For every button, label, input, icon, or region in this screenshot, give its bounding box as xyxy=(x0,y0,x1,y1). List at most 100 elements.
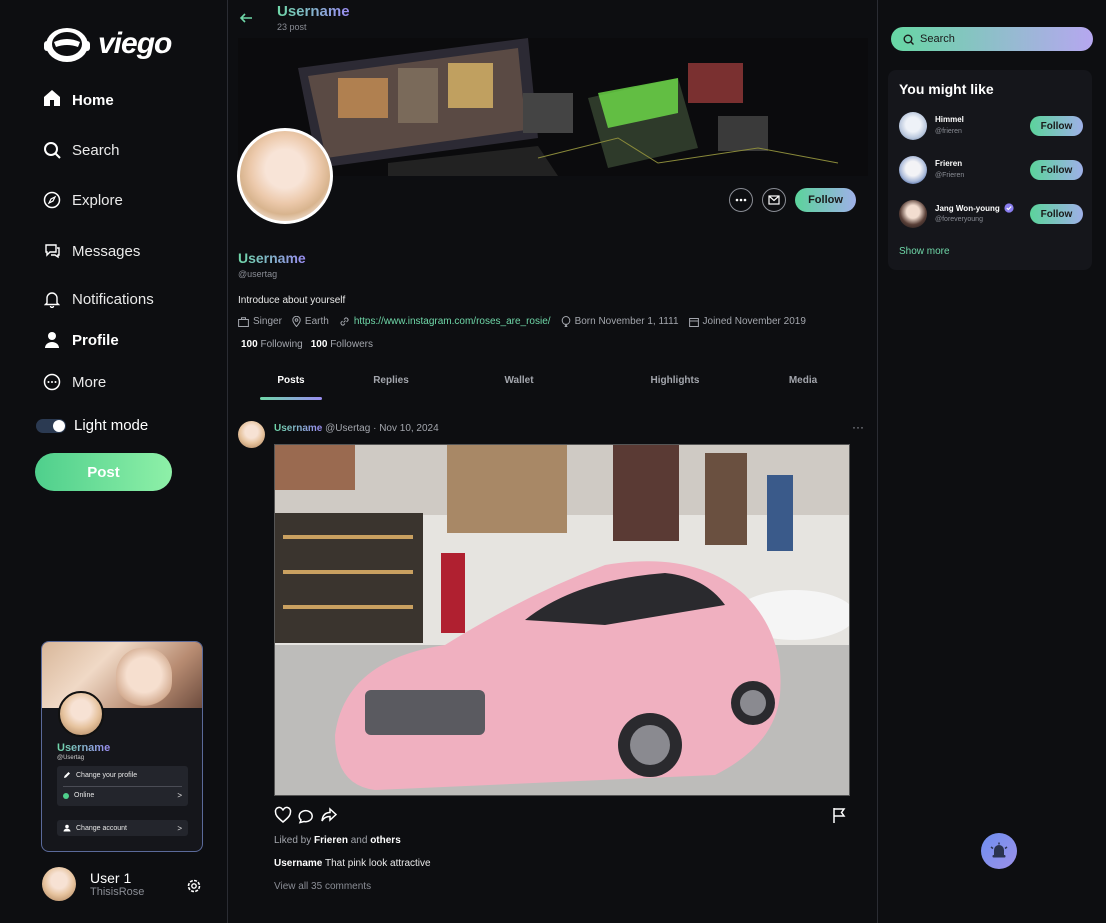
tab-replies[interactable]: Replies xyxy=(373,375,409,386)
flag-icon[interactable] xyxy=(830,806,848,824)
post-button[interactable]: Post xyxy=(35,453,172,491)
suggestion-follow-button[interactable]: Follow xyxy=(1030,116,1083,136)
follow-stats: 100 Following 100 Followers xyxy=(241,339,373,350)
view-comments-link[interactable]: View all 35 comments xyxy=(274,881,371,892)
post-caption: Username That pink look attractive xyxy=(274,858,431,869)
meta-joined: Joined November 2019 xyxy=(688,316,806,327)
change-profile-label: Change your profile xyxy=(76,771,138,779)
nav-messages[interactable]: Messages xyxy=(42,241,140,261)
following-count: 100 xyxy=(241,339,258,350)
app-root: viego Home Search Explore Messages Notif… xyxy=(0,0,1106,923)
caption-user[interactable]: Username xyxy=(274,858,322,869)
heart-icon[interactable] xyxy=(274,806,292,824)
liked-user[interactable]: Frieren xyxy=(314,835,348,846)
post-header: Username @Usertag · Nov 10, 2024 xyxy=(274,423,439,434)
search-input[interactable]: Search xyxy=(891,27,1093,51)
logo[interactable]: viego xyxy=(42,24,172,64)
joined-text: Joined November 2019 xyxy=(702,316,806,327)
tab-highlights[interactable]: Highlights xyxy=(651,375,700,386)
search-label: Search xyxy=(920,33,955,45)
liked-others[interactable]: others xyxy=(370,835,401,846)
location-text: Earth xyxy=(304,316,329,327)
nav-profile-label: Profile xyxy=(72,331,119,349)
occupation-text: Singer xyxy=(253,316,282,327)
light-mode-toggle-row: Light mode xyxy=(36,417,148,434)
card-avatar[interactable] xyxy=(58,691,104,737)
show-more-link[interactable]: Show more xyxy=(899,246,950,257)
current-user[interactable]: User 1 ThisisRose xyxy=(42,867,144,901)
nav-more[interactable]: More xyxy=(42,372,106,392)
caption-text: That pink look attractive xyxy=(324,858,431,869)
suggestions-title: You might like xyxy=(899,81,994,97)
post-more-icon[interactable]: ··· xyxy=(852,420,864,434)
suggestion-name: Himmel xyxy=(935,115,964,124)
suggestion-item[interactable]: Jang Won-young @foreveryoung Follow xyxy=(899,200,1083,230)
notifications-fab[interactable] xyxy=(981,833,1017,869)
nav-search[interactable]: Search xyxy=(42,140,120,160)
back-arrow-icon[interactable] xyxy=(238,10,254,26)
change-account-item[interactable]: Change account > xyxy=(57,820,188,836)
nav-notifications-label: Notifications xyxy=(72,290,154,308)
banner-artwork xyxy=(238,38,868,176)
post-image-artwork xyxy=(275,445,849,795)
tab-posts[interactable]: Posts xyxy=(277,375,304,386)
follow-button[interactable]: Follow xyxy=(795,188,856,212)
header-post-count: 23 post xyxy=(277,22,307,32)
link-icon xyxy=(340,317,349,326)
nav-home[interactable]: Home xyxy=(42,86,114,109)
suggestion-follow-button[interactable]: Follow xyxy=(1030,160,1083,180)
suggestion-item[interactable]: Frieren @Frieren Follow xyxy=(899,156,1083,186)
following-stat[interactable]: 100 Following xyxy=(241,339,303,350)
left-sidebar: viego Home Search Explore Messages Notif… xyxy=(0,0,228,923)
message-button[interactable] xyxy=(762,188,786,212)
suggestion-follow-button[interactable]: Follow xyxy=(1030,204,1083,224)
profile-tag: @usertag xyxy=(238,269,278,279)
followers-stat[interactable]: 100 Followers xyxy=(311,339,373,350)
suggestion-tag: @foreveryoung xyxy=(935,216,983,223)
tab-media[interactable]: Media xyxy=(789,375,817,386)
change-profile-item[interactable]: Change your profile xyxy=(63,771,182,779)
suggestion-name-text: Jang Won-young xyxy=(935,203,1000,213)
gear-icon[interactable] xyxy=(186,878,202,894)
share-icon[interactable] xyxy=(320,806,338,824)
tab-wallet[interactable]: Wallet xyxy=(504,375,533,386)
light-mode-toggle[interactable] xyxy=(36,418,66,433)
mail-icon xyxy=(768,195,780,205)
post-author-avatar[interactable] xyxy=(238,421,265,448)
meta-link[interactable]: https://www.instagram.com/roses_are_rosi… xyxy=(339,316,551,327)
followers-label: Followers xyxy=(330,339,373,350)
meta-location: Earth xyxy=(292,316,329,327)
profile-link-text[interactable]: https://www.instagram.com/roses_are_rosi… xyxy=(354,316,551,327)
nav-explore[interactable]: Explore xyxy=(42,190,123,210)
location-pin-icon xyxy=(292,316,301,327)
suggestion-name: Jang Won-young xyxy=(935,203,1014,213)
profile-bio: Introduce about yourself xyxy=(238,295,346,306)
profile-main: Username 23 post Follow Username @userta… xyxy=(228,0,877,923)
following-label: Following xyxy=(260,339,303,350)
online-status-item[interactable]: Online > xyxy=(63,791,182,800)
liked-and: and xyxy=(350,835,368,846)
post-image[interactable] xyxy=(274,444,850,796)
nav-messages-label: Messages xyxy=(72,242,141,260)
profile-tabs: Posts Replies Wallet Highlights Media xyxy=(228,362,877,402)
post-liked-by: Liked by Frieren and others xyxy=(274,835,401,846)
nav-more-label: More xyxy=(72,373,107,391)
meta-occupation: Singer xyxy=(238,316,282,327)
nav-home-label: Home xyxy=(72,92,114,109)
card-divider xyxy=(63,786,182,787)
toggle-knob xyxy=(53,419,65,432)
suggestion-item[interactable]: Himmel @frieren Follow xyxy=(899,112,1083,142)
more-circle-icon xyxy=(42,372,62,392)
logo-mascot-icon xyxy=(44,28,90,62)
post-author-name[interactable]: Username xyxy=(274,423,322,434)
profile-meta: Singer Earth https://www.instagram.com/r… xyxy=(238,316,806,327)
nav-profile[interactable]: Profile xyxy=(42,330,119,350)
profile-avatar[interactable] xyxy=(237,128,333,224)
comment-icon[interactable] xyxy=(297,806,315,824)
nav-notifications[interactable]: Notifications xyxy=(42,289,154,309)
suggestion-avatar xyxy=(899,112,927,140)
suggestion-avatar xyxy=(899,200,927,228)
more-options-button[interactable] xyxy=(729,188,753,212)
card-username: Username xyxy=(57,742,111,754)
user-icon xyxy=(42,330,62,350)
